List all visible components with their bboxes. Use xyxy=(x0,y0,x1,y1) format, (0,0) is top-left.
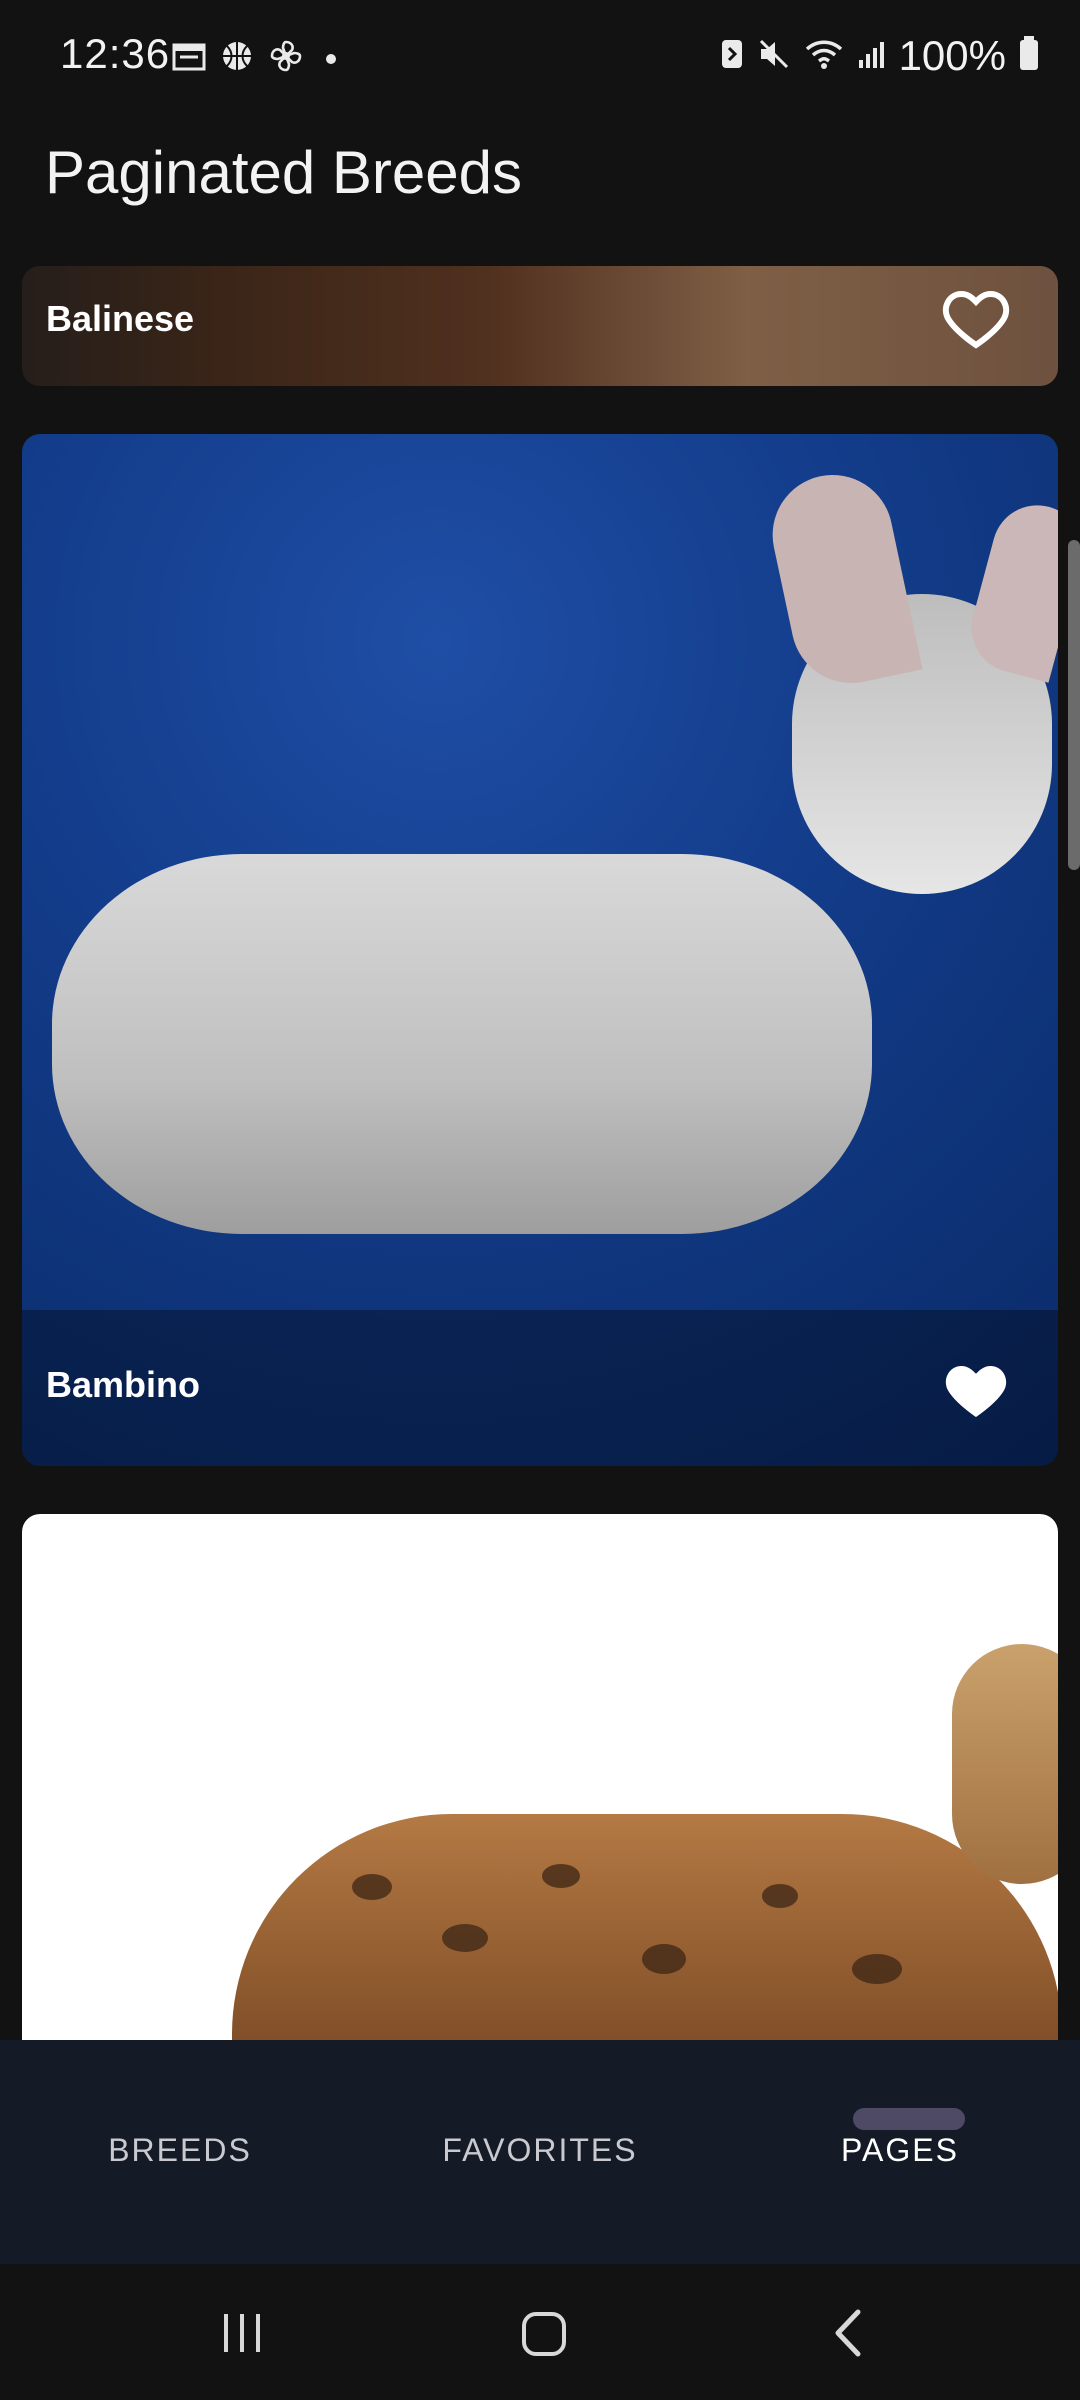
coat-spot xyxy=(542,1864,580,1888)
recent-apps-icon[interactable] xyxy=(218,2310,266,2361)
breed-card-next[interactable] xyxy=(22,1514,1058,2040)
signal-icon xyxy=(857,38,887,75)
cat-image-bengal xyxy=(232,1814,1058,2040)
status-time: 12:36 xyxy=(60,30,171,77)
cat-ear-left xyxy=(761,463,923,695)
coat-spot xyxy=(442,1924,488,1952)
system-navigation-bar xyxy=(0,2264,1080,2400)
tab-pages[interactable]: PAGES xyxy=(720,2132,1080,2169)
coat-spot xyxy=(762,1884,798,1908)
breed-card-balinese[interactable]: Balinese xyxy=(22,266,1058,386)
battery-saver-icon xyxy=(719,36,745,77)
basketball-icon xyxy=(220,39,254,78)
battery-percentage: 100% xyxy=(898,32,1006,79)
breed-list[interactable]: Balinese Bambino xyxy=(0,266,1080,2040)
status-bar: 12:36 100% xyxy=(0,0,1080,118)
coat-spot xyxy=(852,1954,902,1984)
breed-name: Bambino xyxy=(46,1364,201,1405)
page-title: Paginated Breeds xyxy=(45,139,523,206)
coat-spot xyxy=(352,1874,392,1900)
breed-name: Balinese xyxy=(46,298,195,339)
heart-filled-icon[interactable] xyxy=(940,1354,1012,1426)
bottom-navigation: BREEDS FAVORITES PAGES xyxy=(0,2040,1080,2264)
heart-outline-icon[interactable] xyxy=(940,282,1012,354)
cat-image-bambino xyxy=(52,854,872,1234)
tab-favorites[interactable]: FAVORITES xyxy=(360,2132,720,2169)
notification-dot-icon xyxy=(326,53,336,64)
calendar-icon xyxy=(172,41,206,76)
fan-icon xyxy=(268,38,304,79)
selected-tab-indicator xyxy=(853,2108,965,2130)
coat-spot xyxy=(642,1944,686,1974)
wifi-icon xyxy=(803,37,845,76)
cat-head-image xyxy=(952,1644,1058,1884)
tab-breeds[interactable]: BREEDS xyxy=(0,2132,360,2169)
status-right-icons: 100% xyxy=(719,32,1040,80)
breed-card-bambino[interactable]: Bambino xyxy=(22,434,1058,1466)
back-icon[interactable] xyxy=(828,2308,868,2363)
battery-icon xyxy=(1018,35,1040,77)
scrollbar[interactable] xyxy=(1068,540,1080,870)
status-left-icons xyxy=(172,38,336,79)
mute-icon xyxy=(757,37,791,76)
home-icon[interactable] xyxy=(520,2310,568,2361)
